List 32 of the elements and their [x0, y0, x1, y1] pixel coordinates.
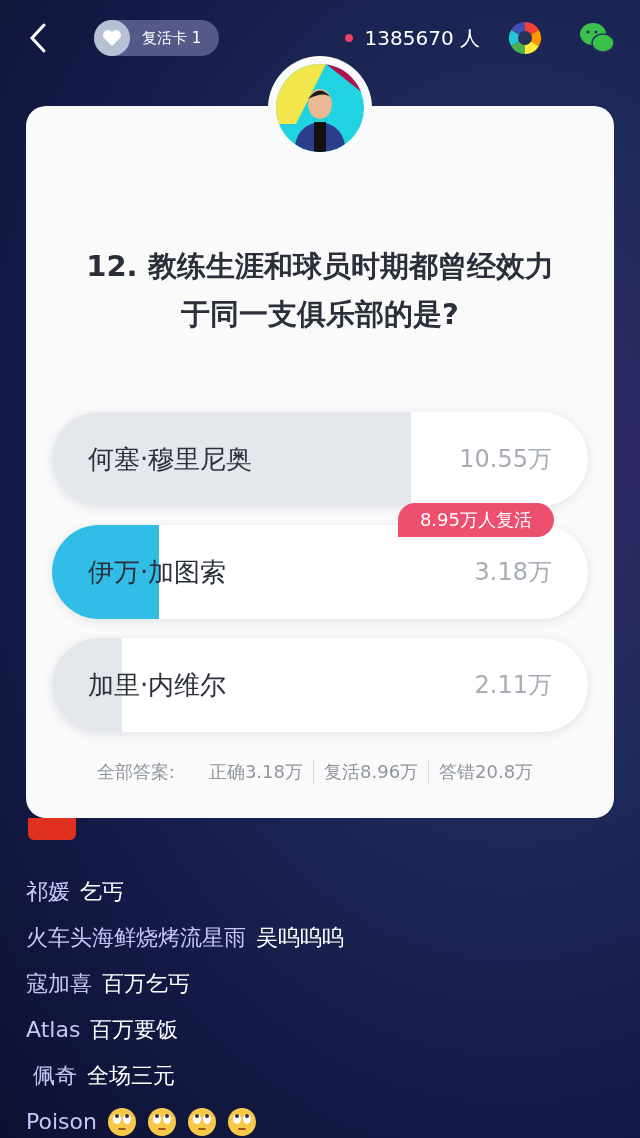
option-label: 何塞·穆里尼奥	[88, 442, 253, 476]
option-label: 加里·内维尔	[88, 668, 227, 702]
chat-username: 寇加喜	[26, 970, 92, 998]
eye-roll-emoji-icon	[106, 1107, 137, 1137]
viewer-count: 1385670 人	[364, 24, 480, 52]
chat-username: 祁媛	[26, 878, 70, 906]
vote-count: 2.11万	[474, 670, 552, 702]
vote-count: 3.18万	[474, 557, 552, 589]
answer-option[interactable]: 加里·内维尔 2.11万	[52, 638, 588, 733]
revive-card-badge[interactable]: 复活卡 1	[94, 20, 220, 57]
eye-roll-emoji-icon	[186, 1107, 217, 1137]
live-dot-icon	[344, 34, 353, 43]
chat-username: Atlas	[26, 1016, 81, 1044]
chat-message: 吴呜呜呜	[256, 924, 344, 952]
eye-roll-emoji-icon	[146, 1107, 177, 1137]
revive-badge: 8.95万人复活	[397, 503, 554, 538]
chat-username: 佩奇	[32, 1062, 77, 1090]
summary-stat: 正确3.18万	[207, 760, 304, 785]
summary-label: 全部答案:	[96, 760, 175, 785]
chat-username: 火车头海鲜烧烤流星雨	[26, 924, 246, 952]
question-text: 12. 教练生涯和球员时期都曾经效力于同一支俱乐部的是?	[85, 248, 555, 334]
answer-option[interactable]: 何塞·穆里尼奥 10.55万	[52, 412, 588, 507]
chat-message: 全场三元	[87, 1062, 175, 1090]
summary-stat: 复活8.96万	[313, 760, 429, 785]
chat-username: Poison	[26, 1108, 97, 1136]
revive-card-count: 复活卡 1	[142, 28, 202, 48]
chat-message: 百万乞丐	[102, 970, 190, 998]
chat-message: 百万要饭	[90, 1016, 179, 1044]
eye-roll-emoji-icon	[226, 1107, 257, 1137]
chat-message: 乞丐	[80, 878, 124, 906]
vote-count: 10.55万	[459, 444, 552, 476]
summary-stat: 答错20.8万	[428, 760, 544, 785]
